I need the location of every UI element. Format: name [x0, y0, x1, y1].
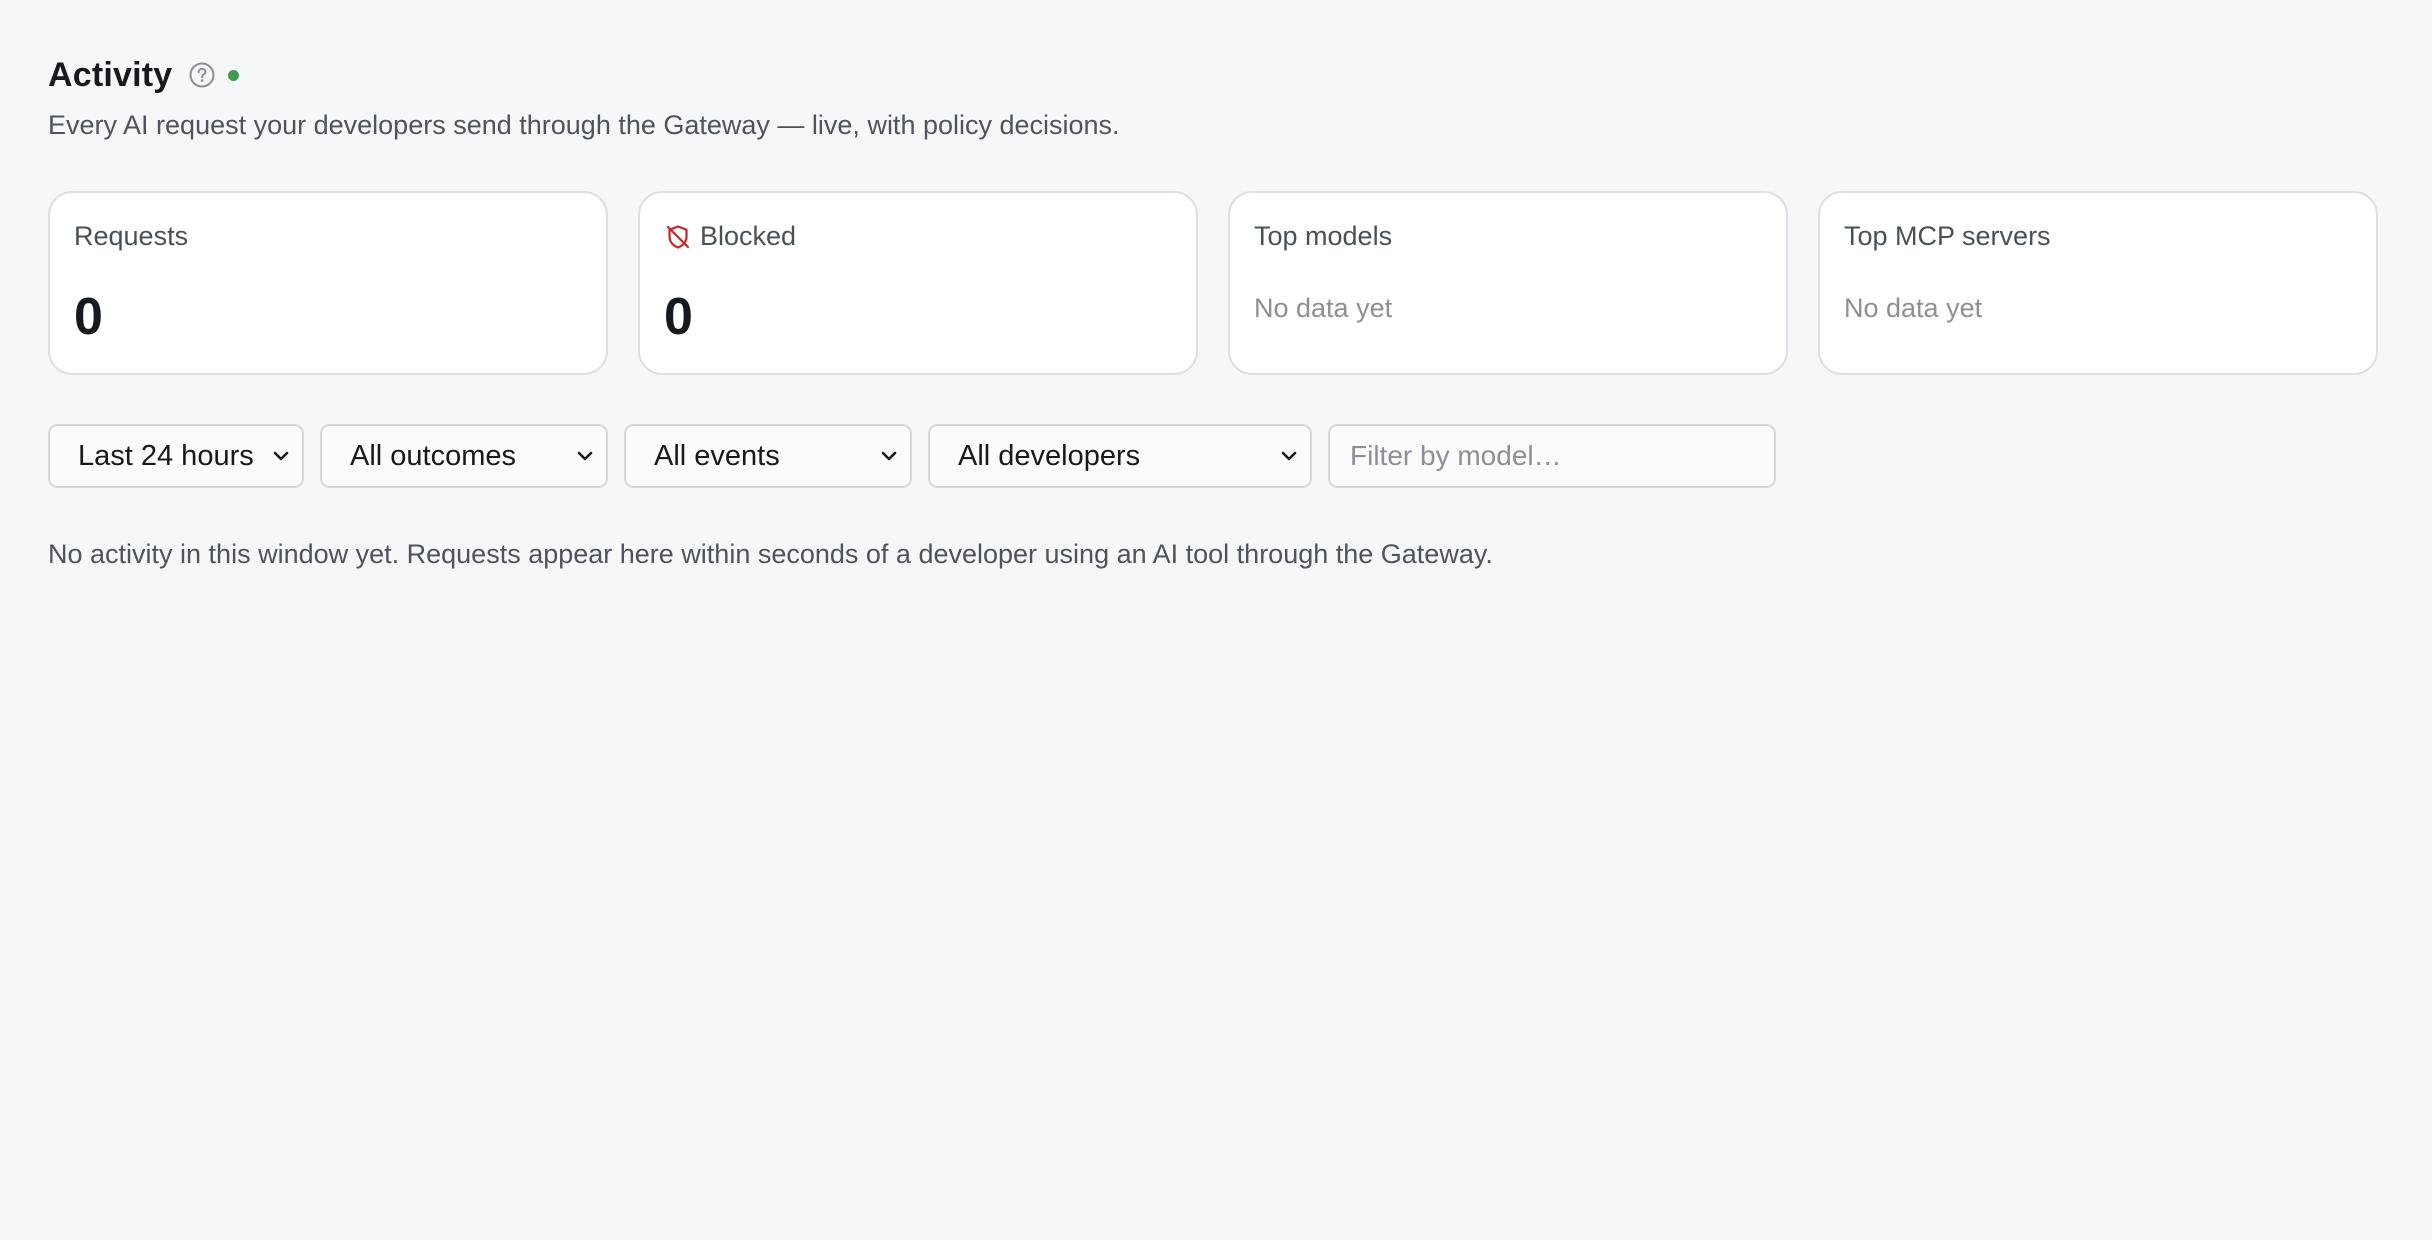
page-subtitle: Every AI request your developers send th…: [48, 110, 1120, 140]
chevron-down-icon: [574, 445, 596, 467]
time-range-value: Last 24 hours: [78, 439, 254, 472]
top-models-card: Top models No data yet: [1228, 191, 1788, 375]
activity-page: Activity Every AI request your developer…: [48, 52, 2386, 569]
chevron-down-icon: [270, 445, 292, 467]
requests-card: Requests 0: [48, 191, 608, 375]
chevron-down-icon: [1278, 445, 1300, 467]
developer-select[interactable]: All developers: [928, 424, 1312, 488]
chevron-down-icon: [878, 445, 900, 467]
shield-off-icon: [664, 223, 692, 251]
time-range-select[interactable]: Last 24 hours: [48, 424, 304, 488]
outcome-select[interactable]: All outcomes: [320, 424, 608, 488]
blocked-card-header: Blocked: [664, 221, 1172, 252]
question-circle-icon[interactable]: [188, 61, 216, 89]
blocked-count: 0: [664, 288, 693, 346]
empty-state-message: No activity in this window yet. Requests…: [48, 539, 1493, 569]
page-header: Activity: [48, 52, 2386, 98]
requests-count: 0: [74, 288, 103, 346]
blocked-card: Blocked 0: [638, 191, 1198, 375]
top-models-card-label: Top models: [1254, 221, 1393, 251]
requests-card-label: Requests: [74, 221, 189, 251]
live-status-indicator: [228, 69, 240, 81]
summary-cards: Requests 0 Blocked 0 Top models No data …: [48, 191, 2378, 375]
model-filter-input[interactable]: [1328, 424, 1776, 488]
event-select[interactable]: All events: [624, 424, 912, 488]
outcome-value: All outcomes: [350, 439, 517, 472]
top-mcp-servers-card-label: Top MCP servers: [1844, 221, 2051, 251]
developer-value: All developers: [958, 439, 1141, 472]
top-models-empty-text: No data yet: [1254, 293, 1393, 323]
filter-bar: Last 24 hours All outcomes All events Al…: [48, 424, 1776, 488]
top-mcp-servers-empty-text: No data yet: [1844, 293, 1983, 323]
blocked-card-label: Blocked: [700, 221, 797, 251]
page-title: Activity: [48, 55, 173, 94]
top-mcp-servers-card: Top MCP servers No data yet: [1818, 191, 2378, 375]
event-value: All events: [654, 439, 780, 472]
